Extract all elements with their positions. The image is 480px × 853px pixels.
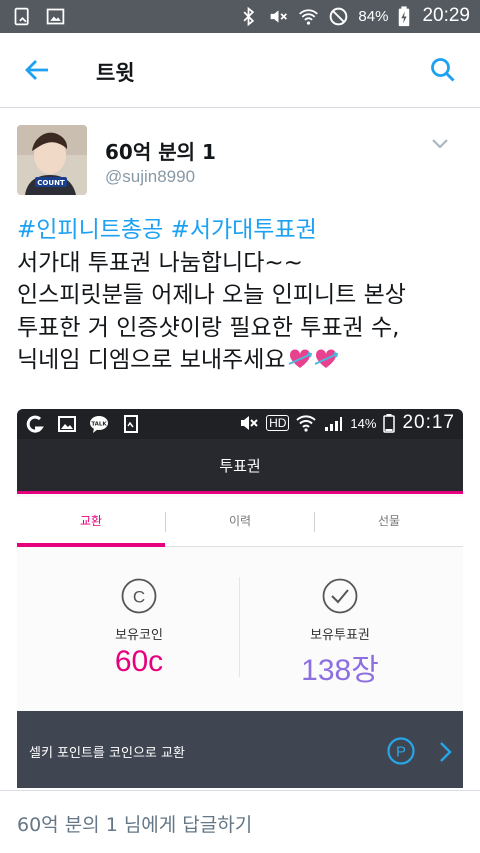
mute-icon bbox=[239, 413, 259, 433]
photo-balance-panel: C 보유코인 60c 보유투표권 138장 bbox=[17, 547, 463, 711]
photo-battery-percent: 14% bbox=[350, 415, 377, 431]
wifi-icon bbox=[298, 6, 319, 27]
app-bar: 트윗 bbox=[0, 33, 480, 108]
file-icon bbox=[121, 414, 141, 434]
reply-bar[interactable]: 60억 분의 1 님에게 답글하기 bbox=[0, 790, 480, 853]
battery-icon bbox=[383, 413, 396, 433]
bluetooth-icon bbox=[238, 6, 259, 27]
coin-value: 60c bbox=[114, 645, 164, 678]
photo-status-bar: TALK HD 14% 20:17 bbox=[17, 409, 463, 439]
wifi-icon bbox=[296, 413, 317, 433]
tweet-line-with-emoji: 닉네임 디엠으로 보내주세요 bbox=[17, 344, 467, 377]
svg-text:P: P bbox=[396, 744, 406, 761]
status-bar-right: 84% 20:29 bbox=[238, 5, 470, 27]
tweet-line: 투표한 거 인증샷이랑 필요한 투표권 수, bbox=[17, 314, 400, 341]
photo-status-time: 20:17 bbox=[402, 412, 455, 433]
mute-icon bbox=[268, 6, 289, 27]
battery-percent: 84% bbox=[358, 7, 389, 25]
hd-badge: HD bbox=[266, 415, 290, 431]
tweet-line: 인스피릿분들 어제나 오늘 인피니트 본상 bbox=[17, 282, 406, 308]
hashtags[interactable]: #인피니트총공 #서가대투표권 bbox=[17, 214, 467, 247]
display-name[interactable]: 60억 분의 1 bbox=[105, 136, 216, 165]
svg-text:TALK: TALK bbox=[91, 422, 107, 428]
status-bar: 84% 20:29 bbox=[0, 0, 480, 33]
exchange-row-label: 셀키 포인트를 코인으로 교환 bbox=[29, 746, 185, 761]
photo-app-header: 투표권 bbox=[17, 439, 463, 494]
tab-gift: 선물 bbox=[377, 514, 401, 528]
svg-text:COUNT: COUNT bbox=[37, 179, 65, 187]
page-title: 트윗 bbox=[96, 61, 135, 85]
checkmark-icon bbox=[321, 577, 359, 615]
point-coin-icon: P bbox=[387, 737, 415, 765]
heart-arrow-emoji-icon bbox=[288, 347, 312, 369]
ticket-value: 138장 bbox=[301, 654, 379, 687]
tweet-line: 서가대 투표권 나눔합니다~~ bbox=[17, 249, 303, 276]
tweet-photo[interactable]: TALK HD 14% 20:17 투표권 교환 이력 선물 C 보유코인 60… bbox=[17, 409, 463, 788]
app-logo-icon bbox=[25, 414, 45, 434]
tab-history: 이력 bbox=[228, 514, 252, 528]
clipboard-icon bbox=[12, 6, 33, 27]
chevron-down-icon[interactable] bbox=[430, 136, 450, 150]
battery-charging-icon bbox=[397, 5, 411, 27]
search-icon[interactable] bbox=[428, 55, 458, 85]
photo-exchange-row: 셀키 포인트를 코인으로 교환 P bbox=[17, 711, 463, 788]
ticket-balance: 보유투표권 138장 bbox=[240, 577, 440, 689]
tweet-line: 닉네임 디엠으로 보내주세요 bbox=[17, 347, 286, 373]
user-handle[interactable]: @sujin8990 bbox=[105, 167, 195, 187]
image-icon bbox=[45, 6, 66, 27]
avatar[interactable]: COUNT bbox=[17, 125, 87, 195]
coin-label: 보유코인 bbox=[115, 628, 163, 643]
coin-icon: C bbox=[120, 577, 158, 615]
ticket-label: 보유투표권 bbox=[310, 628, 370, 643]
back-arrow-icon[interactable] bbox=[22, 55, 52, 85]
chevron-right-icon bbox=[437, 741, 453, 763]
do-not-disturb-icon bbox=[328, 6, 349, 27]
photo-tab-bar: 교환 이력 선물 bbox=[17, 497, 463, 547]
status-time: 20:29 bbox=[422, 5, 470, 26]
heart-arrow-emoji-icon bbox=[314, 347, 338, 369]
image-icon bbox=[57, 414, 77, 434]
reply-input[interactable]: 60억 분의 1 님에게 답글하기 bbox=[17, 810, 252, 837]
talk-icon: TALK bbox=[89, 414, 109, 434]
tab-exchange: 교환 bbox=[17, 497, 165, 547]
coin-balance: C 보유코인 60c bbox=[39, 577, 239, 679]
status-bar-left bbox=[12, 6, 66, 27]
svg-text:C: C bbox=[133, 588, 145, 607]
signal-icon bbox=[323, 413, 343, 433]
tweet-text: #인피니트총공 #서가대투표권 서가대 투표권 나눔합니다~~ 인스피릿분들 어… bbox=[17, 214, 467, 377]
